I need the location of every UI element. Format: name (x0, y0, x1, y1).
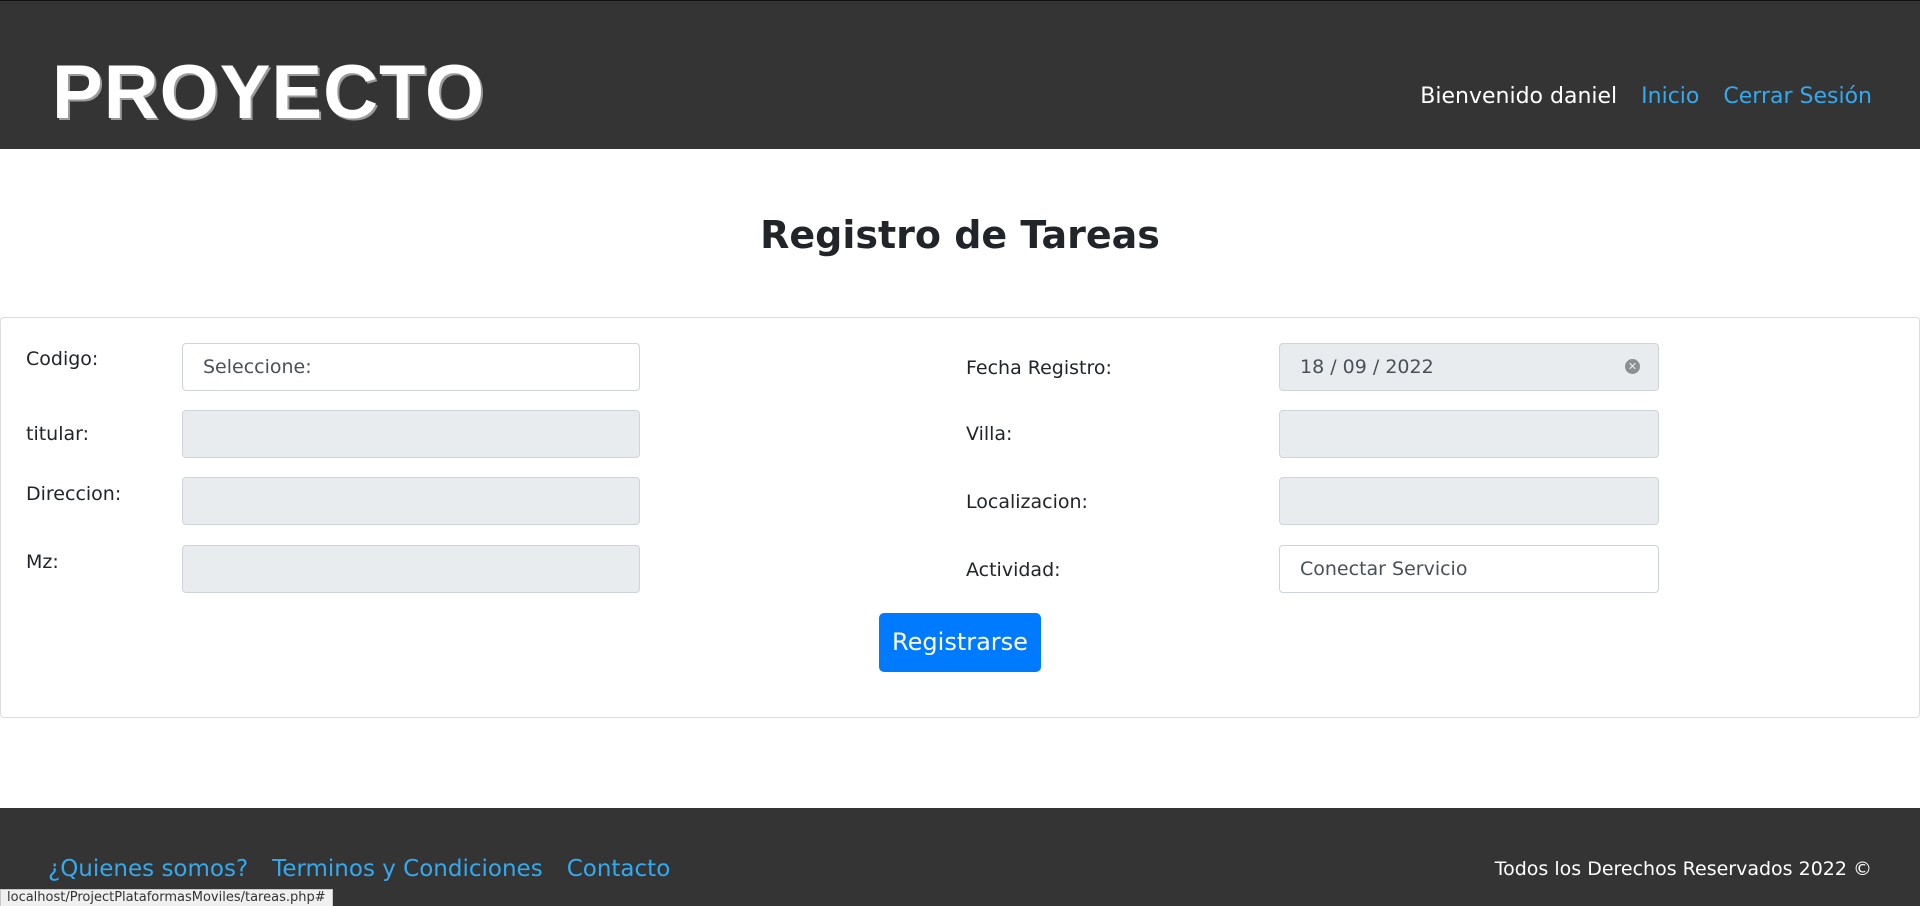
clear-circle-icon[interactable]: ✕ (1625, 359, 1640, 374)
copyright-text: Todos los Derechos Reservados 2022 © (1494, 858, 1872, 880)
direccion-label: Direccion: (26, 483, 122, 505)
localizacion-field[interactable] (1279, 477, 1659, 525)
actividad-label: Actividad: (966, 559, 1061, 581)
actividad-select[interactable]: Conectar Servicio (1279, 545, 1659, 593)
nav-link-inicio[interactable]: Inicio (1641, 81, 1699, 113)
codigo-select[interactable]: Seleccione: (182, 343, 640, 391)
page-title: Registro de Tareas (760, 213, 1160, 257)
titular-label: titular: (26, 423, 90, 445)
mz-field[interactable] (182, 545, 640, 593)
villa-label: Villa: (966, 423, 1013, 445)
direccion-field[interactable] (182, 477, 640, 525)
localizacion-label: Localizacion: (966, 491, 1088, 513)
footer-link-contacto[interactable]: Contacto (567, 853, 671, 885)
browser-status-url: localhost/ProjectPlataformasMoviles/tare… (0, 889, 333, 906)
site-logo[interactable]: PROYECTO (52, 53, 485, 133)
footer-link-terminos[interactable]: Terminos y Condiciones (272, 853, 543, 885)
codigo-label: Codigo: (26, 348, 99, 370)
fecha-registro-label: Fecha Registro: (966, 357, 1112, 379)
footer-links: ¿Quienes somos? Terminos y Condiciones C… (48, 853, 670, 885)
titular-field[interactable] (182, 410, 640, 458)
nav-link-cerrar-sesion[interactable]: Cerrar Sesión (1723, 81, 1872, 113)
fecha-registro-date-input[interactable]: 18 / 09 / 2022 ✕ (1279, 343, 1659, 391)
mz-label: Mz: (26, 551, 59, 573)
top-nav: Bienvenido daniel Inicio Cerrar Sesión (1420, 81, 1872, 113)
fecha-registro-value: 18 / 09 / 2022 (1300, 356, 1434, 378)
villa-field[interactable] (1279, 410, 1659, 458)
registrarse-button[interactable]: Registrarse (879, 613, 1041, 672)
footer-link-quienes-somos[interactable]: ¿Quienes somos? (48, 853, 248, 885)
site-header: PROYECTO Bienvenido daniel Inicio Cerrar… (0, 0, 1920, 149)
welcome-text: Bienvenido daniel (1420, 84, 1618, 109)
